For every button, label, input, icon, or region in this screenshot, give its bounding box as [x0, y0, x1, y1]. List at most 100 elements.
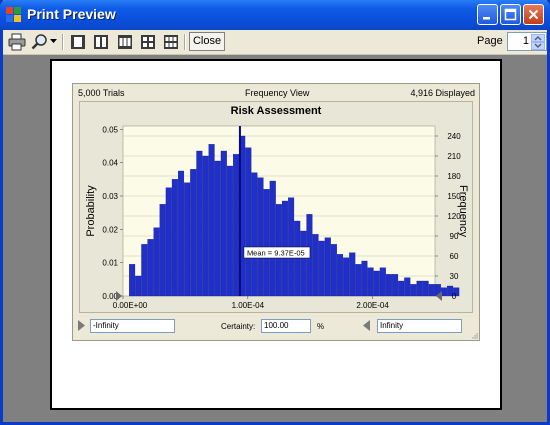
histogram-bar: [165, 187, 172, 297]
chart-area: Risk Assessment Mean = 9.37E-05 0.00 0.01…: [79, 101, 473, 313]
four-pages-icon[interactable]: [140, 33, 156, 51]
preview-page: 5,000 Trials Frequency View 4,916 Displa…: [50, 59, 502, 410]
histogram-bar: [171, 179, 178, 297]
histogram-bar: [196, 150, 203, 297]
close-button[interactable]: Close: [189, 32, 225, 51]
mean-label: Mean = 9.37E-05: [247, 249, 305, 258]
histogram-bar: [355, 264, 362, 297]
histogram-bar: [233, 154, 240, 297]
certainty-unit: %: [317, 322, 325, 331]
histogram-bar: [153, 227, 160, 297]
y2-axis-label: Frequency: [457, 185, 469, 237]
histogram-bar: [379, 267, 386, 297]
y2-tick-label: 180: [447, 172, 461, 181]
histogram-bar: [190, 169, 197, 297]
three-pages-icon[interactable]: [117, 33, 133, 51]
y-tick-label: 0.01: [102, 259, 118, 268]
magnifier-icon[interactable]: [31, 33, 49, 51]
toolbar-separator: [62, 34, 64, 50]
title-bar[interactable]: Print Preview: [0, 0, 550, 30]
histogram-bar: [220, 150, 227, 297]
histogram-bar: [385, 274, 392, 297]
histogram-bar: [208, 144, 215, 297]
two-pages-icon[interactable]: [93, 33, 109, 51]
histogram-bar: [330, 244, 337, 297]
maximize-button[interactable]: [500, 4, 521, 25]
upper-bound-input[interactable]: Infinity: [377, 319, 462, 333]
histogram-bar: [245, 147, 252, 297]
toolbar: Close Page 1: [3, 30, 547, 55]
histogram-bar: [367, 267, 374, 297]
printer-icon[interactable]: [8, 33, 26, 51]
histogram-bar: [416, 280, 423, 297]
resize-grip-icon[interactable]: [472, 333, 478, 339]
histogram-bar: [373, 270, 380, 297]
x-tick-label: 0.00E+00: [113, 301, 148, 310]
histogram-bar: [214, 160, 221, 297]
y-tick-label: 0.04: [102, 159, 118, 168]
chevron-up-icon: [534, 35, 542, 41]
y2-tick-label: 60: [450, 252, 459, 261]
page-number-input[interactable]: 1: [507, 32, 547, 51]
page-number-value[interactable]: 1: [523, 35, 529, 47]
preview-area[interactable]: 5,000 Trials Frequency View 4,916 Displa…: [3, 55, 547, 422]
histogram-bar: [135, 275, 142, 297]
histogram-bar: [404, 277, 411, 297]
y2-tick-label: 0: [452, 292, 457, 301]
histogram-bar: [202, 155, 209, 297]
left-grabber-icon[interactable]: [78, 320, 86, 331]
y2-tick-label: 240: [447, 132, 461, 141]
histogram-bar: [312, 234, 319, 297]
chevron-down-icon: [534, 43, 542, 49]
y2-tick-label: 30: [450, 272, 459, 281]
minimize-icon: [483, 17, 490, 20]
trials-count: 5,000 Trials: [78, 88, 125, 98]
displayed-count: 4,916 Displayed: [410, 88, 475, 98]
histogram-bar: [337, 254, 344, 297]
histogram-bar: [410, 284, 417, 297]
y-tick-label: 0.05: [102, 125, 118, 134]
close-icon: [528, 9, 539, 20]
y2-tick-label: 210: [447, 152, 461, 161]
print-preview-window: Print Preview Close Page 1 5,000 Trials …: [0, 0, 550, 425]
y-axis-label: Probability: [85, 185, 97, 237]
histogram-bar: [398, 280, 405, 297]
forecast-panel: 5,000 Trials Frequency View 4,916 Displa…: [72, 83, 480, 341]
histogram-bar: [257, 177, 264, 297]
histogram-bar: [343, 257, 350, 297]
page-label: Page: [477, 35, 503, 47]
histogram-bar: [428, 284, 435, 297]
histogram-bar: [147, 239, 154, 297]
histogram-bar: [349, 252, 356, 297]
histogram-bar: [361, 260, 368, 297]
histogram-bar: [318, 240, 325, 297]
app-icon: [6, 7, 21, 22]
lower-bound-input[interactable]: -Infinity: [90, 319, 175, 333]
histogram-bar: [129, 264, 136, 297]
histogram-bar: [269, 180, 276, 297]
left-slider-icon[interactable]: [116, 291, 122, 301]
histogram-bar: [184, 182, 191, 297]
x-tick-label: 2.00E-04: [356, 301, 389, 310]
certainty-input[interactable]: 100.00: [261, 319, 311, 333]
histogram-bar: [141, 244, 148, 297]
histogram-bar: [324, 237, 331, 297]
y-tick-label: 0.03: [102, 192, 118, 201]
x-tick-label: 1.00E-04: [232, 301, 265, 310]
histogram-bar: [226, 165, 233, 297]
page-down-button[interactable]: [531, 42, 545, 50]
view-name: Frequency View: [245, 88, 310, 98]
one-page-icon[interactable]: [70, 33, 86, 51]
maximize-icon: [504, 8, 517, 21]
histogram-bar: [178, 170, 185, 297]
minimize-button[interactable]: [477, 4, 498, 25]
page-up-button[interactable]: [531, 34, 545, 42]
histogram-bar: [294, 220, 301, 297]
histogram-bar: [422, 280, 429, 297]
right-grabber-icon[interactable]: [363, 320, 371, 331]
close-window-button[interactable]: [523, 4, 544, 25]
histogram-bar: [392, 274, 399, 297]
histogram-bar: [300, 230, 307, 297]
six-pages-icon[interactable]: [163, 33, 179, 51]
certainty-row: -Infinity Certainty: 100.00 % Infinity: [73, 318, 479, 336]
